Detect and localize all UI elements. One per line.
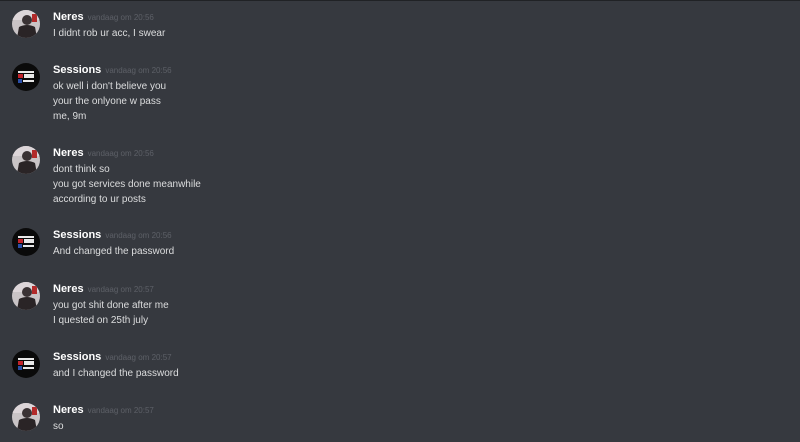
message-text: I didnt rob ur acc, I swear [53,28,166,39]
message-header: Neres vandaag om 20:57 [53,402,154,418]
message-text: And changed the password [53,246,175,257]
username[interactable]: Neres [53,404,84,416]
message-content: ok well i don't believe you your the onl… [53,79,166,124]
sessions-avatar[interactable] [12,350,40,378]
message-text: ok well i don't believe you [53,81,167,92]
message-text: and I changed the password [53,368,179,379]
neres-avatar[interactable] [12,282,40,310]
timestamp: vandaag om 20:57 [87,406,154,415]
message-header: Neres vandaag om 20:57 [53,281,154,297]
message-text: according to ur posts [53,194,146,205]
timestamp: vandaag om 20:56 [87,13,154,22]
message-text: dont think so [53,164,110,175]
message-text: so [53,421,64,432]
timestamp: vandaag om 20:56 [105,231,172,240]
timestamp: vandaag om 20:56 [87,149,154,158]
username[interactable]: Sessions [53,229,101,241]
message-text: me, 9m [53,111,87,122]
message-header: Neres vandaag om 20:56 [53,145,154,161]
neres-avatar[interactable] [12,10,40,38]
message-header: Sessions vandaag om 20:57 [53,349,172,365]
timestamp: vandaag om 20:57 [105,353,172,362]
timestamp: vandaag om 20:57 [87,285,154,294]
message-text: your the onlyone w pass [53,96,161,107]
message-text: you got shit done after me [53,300,169,311]
sessions-avatar[interactable] [12,63,40,91]
message-content: I didnt rob ur acc, I swear [53,26,165,41]
chat-messages: Neres vandaag om 20:56 I didnt rob ur acc… [0,0,800,442]
username[interactable]: Neres [53,283,84,295]
message-text: I quested on 25th july [53,315,149,326]
message-content: you got shit done after me I quested on … [53,298,169,328]
message-content: dont think so you got services done mean… [53,162,201,207]
username[interactable]: Neres [53,11,84,23]
username[interactable]: Sessions [53,351,101,363]
message-text: you got services done meanwhile [53,179,201,190]
message-content: so [53,419,64,434]
username[interactable]: Sessions [53,64,101,76]
neres-avatar[interactable] [12,403,40,431]
timestamp: vandaag om 20:56 [105,66,172,75]
message-header: Sessions vandaag om 20:56 [53,62,172,78]
sessions-avatar[interactable] [12,228,40,256]
message-header: Sessions vandaag om 20:56 [53,227,172,243]
username[interactable]: Neres [53,147,84,159]
message-content: And changed the password [53,244,174,259]
message-content: and I changed the password [53,366,179,381]
neres-avatar[interactable] [12,146,40,174]
message-header: Neres vandaag om 20:56 [53,9,154,25]
